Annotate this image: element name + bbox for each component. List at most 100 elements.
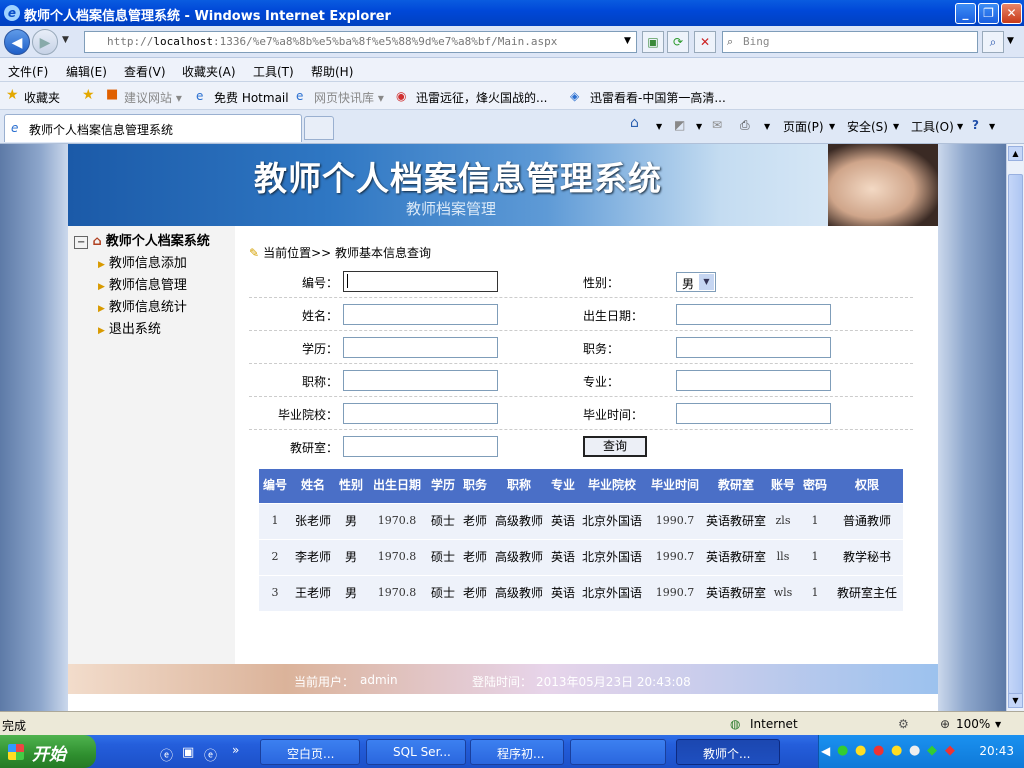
table-cell: 硕士 (427, 574, 459, 611)
address-input[interactable]: http://localhost:1336/%e7%a8%8b%e5%ba%8f… (84, 31, 637, 53)
minimize-icon[interactable]: _ (955, 3, 976, 24)
menu-view[interactable]: 查看(V) (124, 63, 166, 80)
sex-select[interactable]: 男 ▼ (676, 272, 716, 292)
tray-security-icon[interactable]: ◆ (945, 743, 955, 758)
safety-menu[interactable]: 安全(S) (847, 118, 888, 135)
nav-item-manage[interactable]: ▶ 教师信息管理 (98, 274, 187, 293)
stop-icon[interactable]: ✕ (694, 31, 716, 53)
history-dropdown-icon[interactable]: ▼ (62, 35, 69, 45)
refresh-icon[interactable]: ⟳ (667, 31, 689, 53)
search-go-icon[interactable]: ⌕ (982, 31, 1004, 53)
scroll-thumb[interactable] (1008, 174, 1023, 694)
office-input[interactable] (343, 436, 498, 457)
tray-antivirus-icon[interactable]: ● (873, 743, 884, 758)
zoom-dropdown-icon[interactable]: ▼ (995, 720, 1001, 729)
help-icon[interactable]: ? (972, 118, 979, 132)
menu-file[interactable]: 文件(F) (8, 63, 48, 80)
ie-page-icon: e (11, 121, 19, 135)
birth-input[interactable] (676, 304, 831, 325)
new-tab-button[interactable] (304, 116, 334, 140)
name-input[interactable] (343, 304, 498, 325)
query-button[interactable]: 查询 (583, 436, 647, 457)
tools-dropdown-icon[interactable]: ▼ (957, 122, 963, 131)
menu-edit[interactable]: 编辑(E) (66, 63, 107, 80)
address-dropdown-icon[interactable]: ▼ (624, 36, 631, 46)
quicklaunch-desktop-icon[interactable]: ▣ (182, 745, 194, 760)
taskbar-item-program[interactable]: 程序初... (470, 739, 564, 765)
tray-network-icon[interactable]: ● (837, 743, 848, 758)
hotmail-link[interactable]: 免费 Hotmail (214, 89, 289, 106)
compatibility-icon[interactable]: ▣ (642, 31, 664, 53)
school-input[interactable] (343, 403, 498, 424)
tools-menu[interactable]: 工具(O) (911, 118, 954, 135)
tray-app-icon[interactable]: ● (909, 743, 920, 758)
menu-favorites[interactable]: 收藏夹(A) (182, 63, 236, 80)
page-dropdown-icon[interactable]: ▼ (829, 122, 835, 131)
zone-text: Internet (750, 717, 798, 731)
taskbar-item-sql[interactable]: SQL Ser... (366, 739, 466, 765)
feeds-icon[interactable]: ◩ (674, 118, 685, 132)
menu-help[interactable]: 帮助(H) (311, 63, 353, 80)
search-dropdown-icon[interactable]: ▼ (1007, 36, 1014, 46)
scroll-down-icon[interactable]: ▼ (1008, 693, 1023, 708)
page-menu[interactable]: 页面(P) (783, 118, 824, 135)
favorite-link-1[interactable]: 迅雷远征，烽火国战的... (416, 89, 547, 106)
taskbar-item-im[interactable] (570, 739, 666, 765)
nav-item-stats[interactable]: ▶ 教师信息统计 (98, 296, 187, 315)
major-input[interactable] (676, 370, 831, 391)
search-input[interactable]: Bing (722, 31, 978, 53)
taskbar-item-ie[interactable]: 教师个... (676, 739, 780, 765)
nav-item-add[interactable]: ▶ 教师信息添加 (98, 252, 187, 271)
duty-input[interactable] (676, 337, 831, 358)
favorite-link-2[interactable]: 迅雷看看-中国第一高清... (590, 89, 726, 106)
gradtime-input[interactable] (676, 403, 831, 424)
vertical-scrollbar[interactable]: ▲ ▼ (1006, 144, 1024, 711)
tray-im-icon[interactable]: ● (891, 743, 902, 758)
quicklaunch-more-icon[interactable]: » (232, 743, 239, 757)
zoom-level[interactable]: 100% (956, 717, 990, 731)
home-dropdown-icon[interactable]: ▼ (656, 122, 662, 131)
table-cell: 1990.7 (645, 538, 705, 575)
tray-qq-icon[interactable]: ● (855, 743, 866, 758)
quicklaunch-browser-icon[interactable]: ⓔ (204, 745, 217, 764)
suggested-sites-link[interactable]: 建议网站 ▾ (124, 89, 182, 106)
favorites-button[interactable]: 收藏夹 (24, 89, 60, 106)
taskbar-item-blank[interactable]: 空白页... (260, 739, 360, 765)
nav-item-logout[interactable]: ▶ 退出系统 (98, 318, 161, 337)
collapse-icon[interactable]: − (74, 236, 89, 249)
banner-title: 教师个人档案信息管理系统 (254, 159, 662, 198)
print-icon[interactable]: ⎙ (740, 118, 750, 133)
table-cell: 1970.8 (367, 538, 427, 575)
mail-icon[interactable]: ✉ (712, 118, 722, 132)
tab-current[interactable]: e 教师个人档案信息管理系统 (4, 114, 302, 142)
nav-root[interactable]: − ⌂ 教师个人档案系统 (74, 230, 210, 249)
forward-icon[interactable]: ▶ (32, 29, 58, 55)
table-cell: 高级教师 (491, 574, 547, 611)
quicklaunch-ie-icon[interactable]: ⓔ (160, 745, 173, 764)
title-input[interactable] (343, 370, 498, 391)
protected-mode-icon[interactable]: ⚙ (898, 717, 909, 731)
window-title: 教师个人档案信息管理系统 - Windows Internet Explorer (24, 9, 391, 24)
feeds-dropdown-icon[interactable]: ▼ (696, 122, 702, 131)
office-label: 教研室： (289, 441, 338, 455)
back-icon[interactable]: ◀ (4, 29, 30, 55)
help-dropdown-icon[interactable]: ▼ (989, 122, 995, 131)
id-input[interactable] (343, 271, 498, 292)
edu-input[interactable] (343, 337, 498, 358)
start-button[interactable]: 开始 (0, 735, 96, 768)
edu-label: 学历： (301, 342, 338, 356)
close-window-icon[interactable]: ✕ (1001, 3, 1022, 24)
ie-logo-icon: e (4, 5, 20, 21)
window-title-bar[interactable]: e 教师个人档案信息管理系统 - Windows Internet Explor… (0, 0, 1024, 26)
tray-expand-icon[interactable]: ◀ (821, 744, 830, 758)
home-icon[interactable]: ⌂ (630, 115, 639, 131)
add-favorite-icon[interactable]: ★ (82, 87, 95, 103)
restore-icon[interactable]: ❐ (978, 3, 999, 24)
menu-tools[interactable]: 工具(T) (253, 63, 294, 80)
safety-dropdown-icon[interactable]: ▼ (893, 122, 899, 131)
tray-shield-icon[interactable]: ◆ (927, 743, 937, 758)
scroll-up-icon[interactable]: ▲ (1008, 146, 1023, 161)
web-slice-link[interactable]: 网页快讯库 ▾ (314, 89, 384, 106)
print-dropdown-icon[interactable]: ▼ (764, 122, 770, 131)
table-cell: 高级教师 (491, 502, 547, 539)
